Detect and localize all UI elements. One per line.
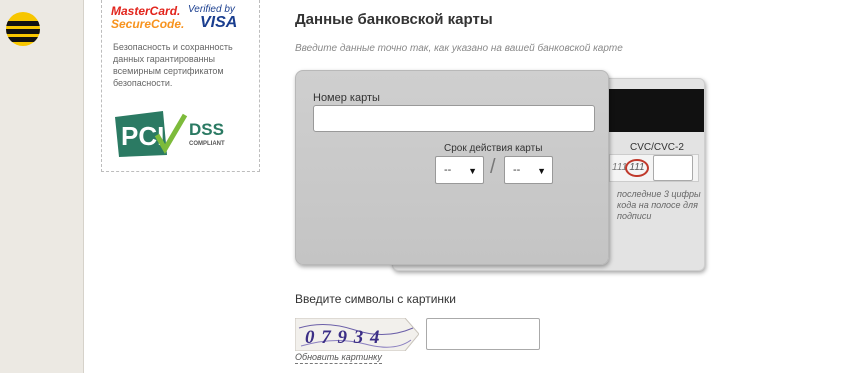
beeline-logo-icon[interactable] bbox=[6, 12, 40, 46]
dropdown-arrow-icon: ▼ bbox=[537, 166, 546, 176]
expiry-year-value: -- bbox=[513, 164, 521, 176]
expiry-separator: / bbox=[490, 156, 496, 178]
page-title: Данные банковской карты bbox=[295, 11, 493, 28]
pci-compliant-text: COMPLIANT bbox=[189, 141, 225, 147]
pci-dss-text: DSS bbox=[189, 120, 224, 139]
captcha-input[interactable] bbox=[426, 318, 540, 350]
cvc-input[interactable] bbox=[653, 155, 693, 181]
captcha-title: Введите символы с картинки bbox=[295, 292, 457, 306]
card-number-label: Номер карты bbox=[313, 92, 380, 104]
form-note: Введите данные точно так, как указано на… bbox=[295, 43, 623, 54]
verified-by-visa-logo: Verified by VISA bbox=[188, 4, 238, 31]
card-front: Номер карты Срок действия карты -- ▼ / -… bbox=[295, 70, 609, 265]
expiry-label: Срок действия карты bbox=[444, 143, 543, 154]
expiry-month-value: -- bbox=[444, 164, 452, 176]
cvc-label: CVC/CVC-2 bbox=[630, 142, 684, 153]
security-panel: MasterCard. SecureCode. Verified by VISA… bbox=[101, 0, 260, 172]
captcha-image: 0 7 9 3 4 bbox=[295, 318, 419, 351]
cvc-hint: последние 3 цифры кода на полосе для под… bbox=[617, 189, 701, 221]
mastercard-securecode-logo: MasterCard. SecureCode. bbox=[111, 5, 184, 31]
visa-text: VISA bbox=[200, 14, 238, 31]
card-number-input[interactable] bbox=[313, 105, 595, 132]
security-description: Безопасность и сохранность данных гарант… bbox=[113, 42, 233, 88]
pci-dss-logo: PCI DSS COMPLIANT bbox=[115, 111, 225, 157]
refresh-captcha-link[interactable]: Обновить картинку bbox=[295, 352, 382, 364]
captcha-text: 0 7 9 3 4 bbox=[305, 327, 381, 348]
expiry-year-select[interactable]: -- ▼ bbox=[504, 156, 553, 184]
dropdown-arrow-icon: ▼ bbox=[468, 166, 477, 176]
expiry-month-select[interactable]: -- ▼ bbox=[435, 156, 484, 184]
left-rail bbox=[0, 0, 84, 373]
cvc-sample-circled: 111 bbox=[625, 159, 649, 177]
securecode-text: SecureCode. bbox=[111, 17, 185, 31]
